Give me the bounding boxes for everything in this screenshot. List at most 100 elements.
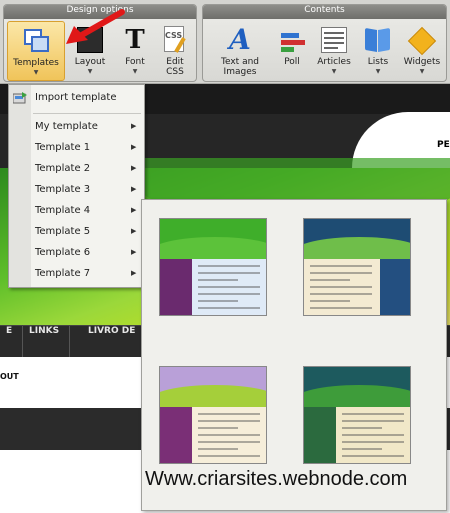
thumbnail-text-line bbox=[310, 286, 372, 288]
chevron-right-icon: ▶ bbox=[131, 269, 137, 277]
articles-label: Articles bbox=[317, 57, 351, 67]
site-header-text: PE bbox=[437, 140, 450, 150]
thumbnail-text-line bbox=[310, 293, 372, 295]
chevron-right-icon: ▶ bbox=[131, 185, 137, 193]
thumbnail-text-line bbox=[198, 307, 260, 309]
menu-item-label: Template 1 bbox=[35, 142, 91, 153]
thumbnail-text-line bbox=[198, 455, 260, 457]
articles-icon bbox=[319, 25, 349, 55]
thumbnail-text-line bbox=[198, 265, 260, 267]
chevron-down-icon: ▼ bbox=[33, 69, 39, 76]
thumbnail-text-line bbox=[198, 427, 238, 429]
layout-label: Layout bbox=[74, 57, 106, 67]
template-preview-panel bbox=[141, 199, 447, 511]
menu-divider bbox=[33, 113, 141, 114]
templates-icon bbox=[21, 26, 51, 56]
thumbnail-text-line bbox=[198, 434, 260, 436]
chevron-down-icon: ▼ bbox=[132, 68, 138, 75]
contents-group: Contents A Text and Images Poll Articles… bbox=[202, 4, 447, 82]
chevron-right-icon: ▶ bbox=[131, 248, 137, 256]
thumbnail-text-line bbox=[342, 441, 404, 443]
menu-item-label: Template 6 bbox=[35, 247, 91, 258]
chevron-down-icon: ▼ bbox=[331, 68, 337, 75]
book-icon bbox=[363, 25, 393, 55]
thumbnail-main bbox=[304, 259, 380, 315]
menu-item-template-6[interactable]: Template 6 ▶ bbox=[9, 243, 144, 264]
edit-css-button[interactable]: CSS Edit CSS bbox=[156, 21, 194, 81]
site-body-text: OUT bbox=[0, 372, 19, 381]
chevron-right-icon: ▶ bbox=[131, 164, 137, 172]
template-thumbnail[interactable] bbox=[303, 366, 411, 464]
text-images-button[interactable]: A Text and Images bbox=[209, 21, 271, 81]
thumbnail-sidebar bbox=[380, 259, 410, 315]
menu-item-label: My template bbox=[35, 121, 98, 132]
edit-css-label: Edit CSS bbox=[166, 57, 184, 77]
menu-item-label: Template 2 bbox=[35, 163, 91, 174]
import-template-label: Import template bbox=[35, 92, 117, 103]
thumbnail-text-line bbox=[342, 420, 404, 422]
poll-button[interactable]: Poll bbox=[275, 21, 309, 81]
template-thumbnail[interactable] bbox=[159, 366, 267, 464]
thumbnail-text-line bbox=[198, 286, 260, 288]
thumbnail-sidebar bbox=[304, 407, 336, 463]
thumbnail-text-line bbox=[310, 307, 372, 309]
import-icon bbox=[13, 92, 27, 104]
thumbnail-text-line bbox=[310, 300, 350, 302]
text-images-label: Text and Images bbox=[221, 57, 259, 77]
menu-item-template-5[interactable]: Template 5 ▶ bbox=[9, 222, 144, 243]
menu-item-label: Template 5 bbox=[35, 226, 91, 237]
articles-button[interactable]: Articles ▼ bbox=[312, 21, 356, 81]
template-thumbnail[interactable] bbox=[159, 218, 267, 316]
thumbnail-sidebar bbox=[160, 407, 192, 463]
thumbnail-text-line bbox=[342, 434, 404, 436]
widgets-label: Widgets bbox=[403, 57, 441, 67]
chevron-down-icon: ▼ bbox=[419, 68, 425, 75]
menu-item-label: Template 7 bbox=[35, 268, 91, 279]
chevron-right-icon: ▶ bbox=[131, 227, 137, 235]
menu-item-template-7[interactable]: Template 7 ▶ bbox=[9, 264, 144, 285]
watermark-text: Www.criarsites.webnode.com bbox=[145, 468, 408, 490]
thumbnail-text-line bbox=[198, 279, 238, 281]
font-label: Font bbox=[125, 57, 145, 67]
thumbnail-text-line bbox=[342, 448, 382, 450]
thumbnail-text-line bbox=[198, 441, 260, 443]
thumbnail-text-line bbox=[198, 300, 238, 302]
menu-item-template-2[interactable]: Template 2 ▶ bbox=[9, 159, 144, 180]
import-template-item[interactable]: Import template bbox=[9, 85, 144, 111]
chevron-down-icon: ▼ bbox=[375, 68, 381, 75]
thumbnail-text-line bbox=[310, 279, 350, 281]
thumbnail-text-line bbox=[198, 272, 260, 274]
widgets-button[interactable]: Widgets ▼ bbox=[400, 21, 444, 81]
templates-dropdown-menu: Import template My template ▶ Template 1… bbox=[8, 84, 145, 288]
thumbnail-text-line bbox=[310, 265, 372, 267]
contents-title: Contents bbox=[203, 5, 446, 19]
thumbnail-main bbox=[192, 407, 266, 463]
menu-item-template-3[interactable]: Template 3 ▶ bbox=[9, 180, 144, 201]
template-thumbnail[interactable] bbox=[303, 218, 411, 316]
thumbnail-text-line bbox=[342, 455, 404, 457]
thumbnail-text-line bbox=[198, 448, 238, 450]
text-images-icon: A bbox=[229, 23, 251, 56]
lists-button[interactable]: Lists ▼ bbox=[359, 21, 397, 81]
menu-item-my-template[interactable]: My template ▶ bbox=[9, 117, 144, 138]
poll-label: Poll bbox=[284, 57, 300, 67]
lists-label: Lists bbox=[367, 57, 389, 67]
thumbnail-text-line bbox=[198, 420, 260, 422]
templates-label: Templates bbox=[13, 58, 59, 68]
thumbnail-main bbox=[336, 407, 410, 463]
annotation-arrow-icon bbox=[66, 9, 125, 44]
thumbnail-main bbox=[192, 259, 266, 315]
thumbnail-text-line bbox=[342, 413, 404, 415]
menu-item-template-1[interactable]: Template 1 ▶ bbox=[9, 138, 144, 159]
site-nav-item-links[interactable]: LINKS bbox=[19, 326, 71, 358]
chevron-down-icon: ▼ bbox=[87, 68, 93, 75]
thumbnail-text-line bbox=[198, 413, 260, 415]
menu-item-template-4[interactable]: Template 4 ▶ bbox=[9, 201, 144, 222]
chevron-right-icon: ▶ bbox=[131, 143, 137, 151]
thumbnail-text-line bbox=[310, 272, 372, 274]
site-nav-item-livro[interactable]: LIVRO DE bbox=[78, 326, 147, 358]
widgets-icon bbox=[407, 25, 437, 56]
thumbnail-sidebar bbox=[160, 259, 192, 315]
chevron-right-icon: ▶ bbox=[131, 122, 137, 130]
templates-button[interactable]: Templates ▼ bbox=[7, 21, 65, 81]
